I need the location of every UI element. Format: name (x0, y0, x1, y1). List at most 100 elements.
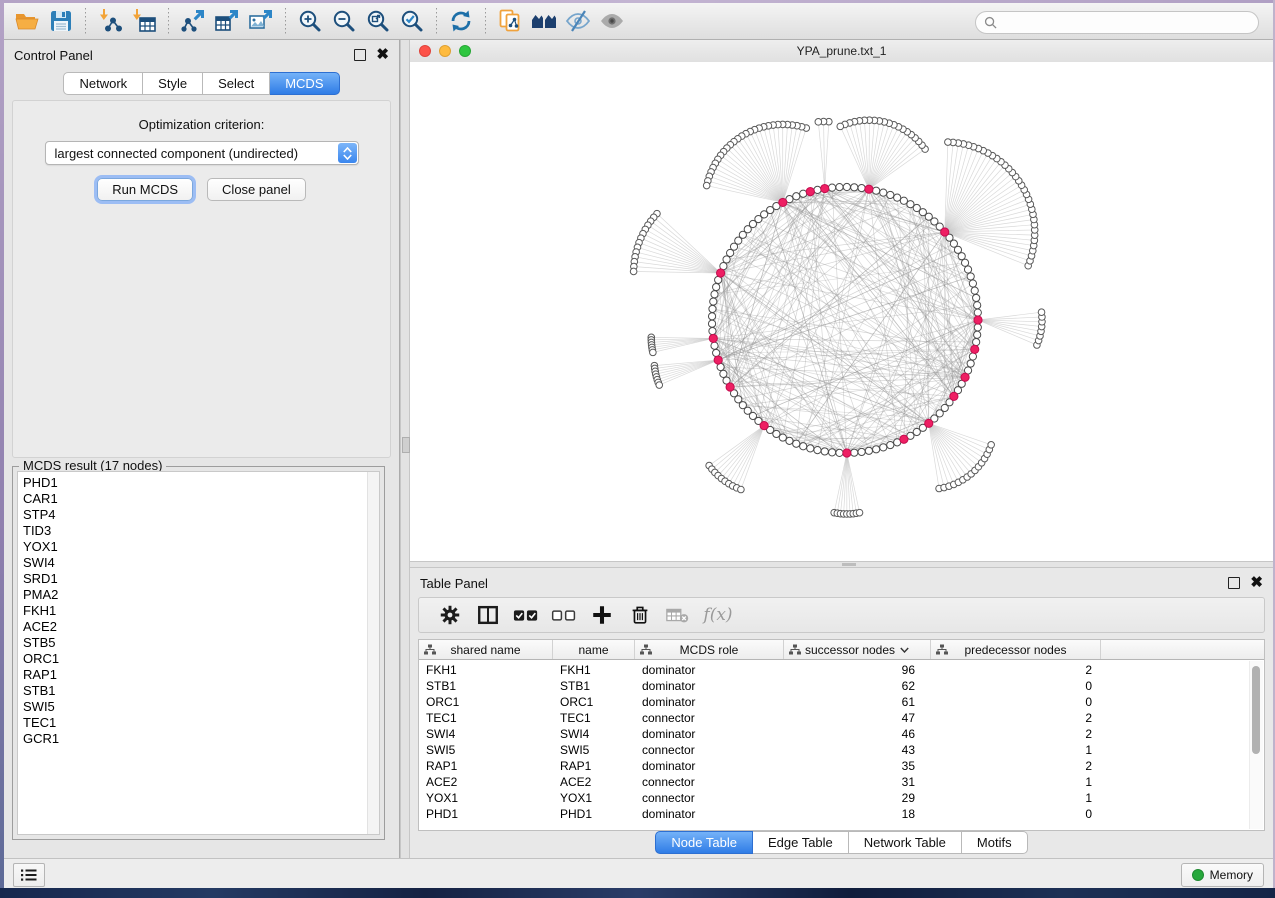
graph-node[interactable] (713, 349, 720, 356)
mcds-result-item[interactable]: YOX1 (18, 539, 379, 555)
graph-hub-node[interactable] (760, 422, 768, 430)
tab-edge-table[interactable]: Edge Table (753, 831, 849, 854)
graph-hub-node[interactable] (971, 345, 979, 353)
column-header-successor-nodes[interactable]: successor nodes (784, 640, 931, 659)
table-row[interactable]: ACE2ACE2connector311 (419, 774, 1264, 790)
graph-node[interactable] (807, 445, 814, 452)
run-mcds-button[interactable]: Run MCDS (97, 178, 193, 201)
mcds-result-item[interactable]: STB5 (18, 635, 379, 651)
mcds-result-item[interactable]: TEC1 (18, 715, 379, 731)
mcds-result-item[interactable]: CAR1 (18, 491, 379, 507)
zoom-in-button[interactable] (293, 6, 327, 36)
graph-node[interactable] (969, 353, 976, 360)
close-panel-icon[interactable]: ✖ (376, 50, 389, 60)
graph-node[interactable] (793, 440, 800, 447)
column-header-name[interactable]: name (553, 640, 635, 659)
graph-node[interactable] (851, 449, 858, 456)
graph-hub-node[interactable] (709, 334, 717, 342)
export-image-button[interactable] (244, 6, 278, 36)
tab-motifs[interactable]: Motifs (962, 831, 1028, 854)
show-columns-button[interactable] (469, 600, 507, 630)
tab-network-table[interactable]: Network Table (849, 831, 962, 854)
graph-node[interactable] (836, 184, 843, 191)
graph-node[interactable] (738, 486, 745, 493)
graph-node[interactable] (973, 294, 980, 301)
graph-node[interactable] (828, 184, 835, 191)
graph-node[interactable] (837, 123, 844, 130)
graph-node[interactable] (650, 349, 657, 356)
delete-table-button[interactable] (659, 600, 697, 630)
graph-hub-node[interactable] (941, 228, 949, 236)
network-files-button[interactable] (493, 6, 527, 36)
hide-selected-button[interactable] (561, 6, 595, 36)
column-header-predecessor-nodes[interactable]: predecessor nodes (931, 640, 1101, 659)
graph-node[interactable] (815, 119, 822, 126)
graph-node[interactable] (656, 382, 663, 389)
mcds-result-item[interactable]: TID3 (18, 523, 379, 539)
network-canvas[interactable] (410, 62, 1273, 561)
graph-node[interactable] (967, 273, 974, 280)
refresh-layout-button[interactable] (444, 6, 478, 36)
graph-hub-node[interactable] (950, 392, 958, 400)
graph-hub-node[interactable] (779, 198, 787, 206)
select-all-columns-button[interactable] (507, 600, 545, 630)
graph-node[interactable] (851, 184, 858, 191)
graph-node[interactable] (974, 324, 981, 331)
tab-style[interactable]: Style (143, 72, 203, 95)
graph-node[interactable] (988, 442, 995, 449)
graph-node[interactable] (711, 342, 718, 349)
graph-hub-node[interactable] (974, 316, 982, 324)
mcds-result-item[interactable]: STP4 (18, 507, 379, 523)
column-header-mcds-role[interactable]: MCDS role (635, 640, 784, 659)
table-row[interactable]: FKH1FKH1dominator962 (419, 662, 1264, 678)
graph-node[interactable] (828, 449, 835, 456)
graph-node[interactable] (887, 191, 894, 198)
mcds-result-item[interactable]: ACE2 (18, 619, 379, 635)
graph-hub-node[interactable] (726, 383, 734, 391)
function-builder-button[interactable]: f(x) (697, 600, 735, 630)
save-session-button[interactable] (44, 6, 78, 36)
import-network-button[interactable] (93, 6, 127, 36)
tab-select[interactable]: Select (203, 72, 270, 95)
graph-node[interactable] (713, 283, 720, 290)
maximize-window-button[interactable] (459, 45, 471, 57)
float-table-panel-icon[interactable] (1228, 577, 1240, 589)
graph-node[interactable] (786, 437, 793, 444)
table-scrollbar[interactable] (1249, 661, 1263, 829)
graph-hub-node[interactable] (900, 435, 908, 443)
graph-node[interactable] (974, 331, 981, 338)
mcds-result-scrollbar[interactable] (367, 472, 379, 834)
vertical-splitter-handle[interactable] (402, 437, 410, 453)
task-history-button[interactable] (13, 863, 45, 887)
criterion-dropdown[interactable]: largest connected component (undirected) (45, 141, 359, 165)
float-panel-icon[interactable] (354, 49, 366, 61)
network-canvas-svg[interactable] (410, 62, 1273, 561)
graph-hub-node[interactable] (865, 185, 873, 193)
graph-node[interactable] (836, 449, 843, 456)
mcds-result-item[interactable]: STB1 (18, 683, 379, 699)
graph-node[interactable] (967, 360, 974, 367)
close-table-panel-icon[interactable]: ✖ (1250, 578, 1263, 588)
graph-node[interactable] (711, 291, 718, 298)
graph-node[interactable] (858, 448, 865, 455)
graph-node[interactable] (858, 184, 865, 191)
import-table-button[interactable] (127, 6, 161, 36)
graph-hub-node[interactable] (961, 373, 969, 381)
graph-node[interactable] (814, 447, 821, 454)
graph-node[interactable] (873, 187, 880, 194)
table-row[interactable]: ORC1ORC1dominator610 (419, 694, 1264, 710)
close-window-button[interactable] (419, 45, 431, 57)
zoom-fit-button[interactable] (361, 6, 395, 36)
graph-hub-node[interactable] (821, 184, 829, 192)
graph-node[interactable] (720, 370, 727, 377)
graph-node[interactable] (887, 441, 894, 448)
minimize-window-button[interactable] (439, 45, 451, 57)
graph-node[interactable] (856, 509, 863, 516)
graph-node[interactable] (971, 287, 978, 294)
graph-node[interactable] (880, 189, 887, 196)
graph-node[interactable] (708, 320, 715, 327)
zoom-out-button[interactable] (327, 6, 361, 36)
graph-node[interactable] (964, 266, 971, 273)
graph-node[interactable] (843, 183, 850, 190)
graph-node[interactable] (973, 338, 980, 345)
